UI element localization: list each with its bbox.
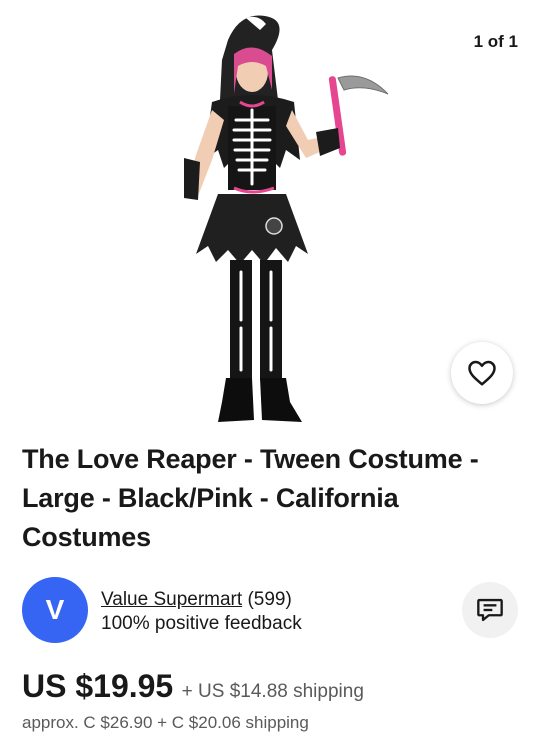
chat-bubble-icon (477, 598, 503, 622)
seller-name-link[interactable]: Value Supermart (101, 589, 242, 610)
seller-name-line: Value Supermart (599) (101, 589, 292, 611)
item-price: US $19.95 (22, 668, 174, 704)
price-line: US $19.95 + US $14.88 shipping (22, 668, 364, 705)
shipping-cost: + US $14.88 shipping (181, 681, 364, 702)
image-counter: 1 of 1 (473, 32, 518, 51)
listing-title: The Love Reaper - Tween Costume - Large … (22, 444, 479, 552)
image-gallery[interactable]: 1 of 1 (0, 0, 540, 430)
heart-icon (468, 360, 496, 386)
favorite-button[interactable] (451, 342, 513, 404)
message-seller-button[interactable] (462, 582, 518, 638)
approx-price: approx. C $26.90 + C $20.06 shipping (22, 713, 309, 732)
product-image[interactable] (140, 10, 400, 430)
seller-avatar[interactable]: V (22, 577, 88, 643)
seller-feedback-count: (599) (247, 589, 292, 610)
seller-feedback-text: 100% positive feedback (101, 613, 302, 634)
seller-info: V Value Supermart (599) 100% positive fe… (22, 577, 522, 645)
